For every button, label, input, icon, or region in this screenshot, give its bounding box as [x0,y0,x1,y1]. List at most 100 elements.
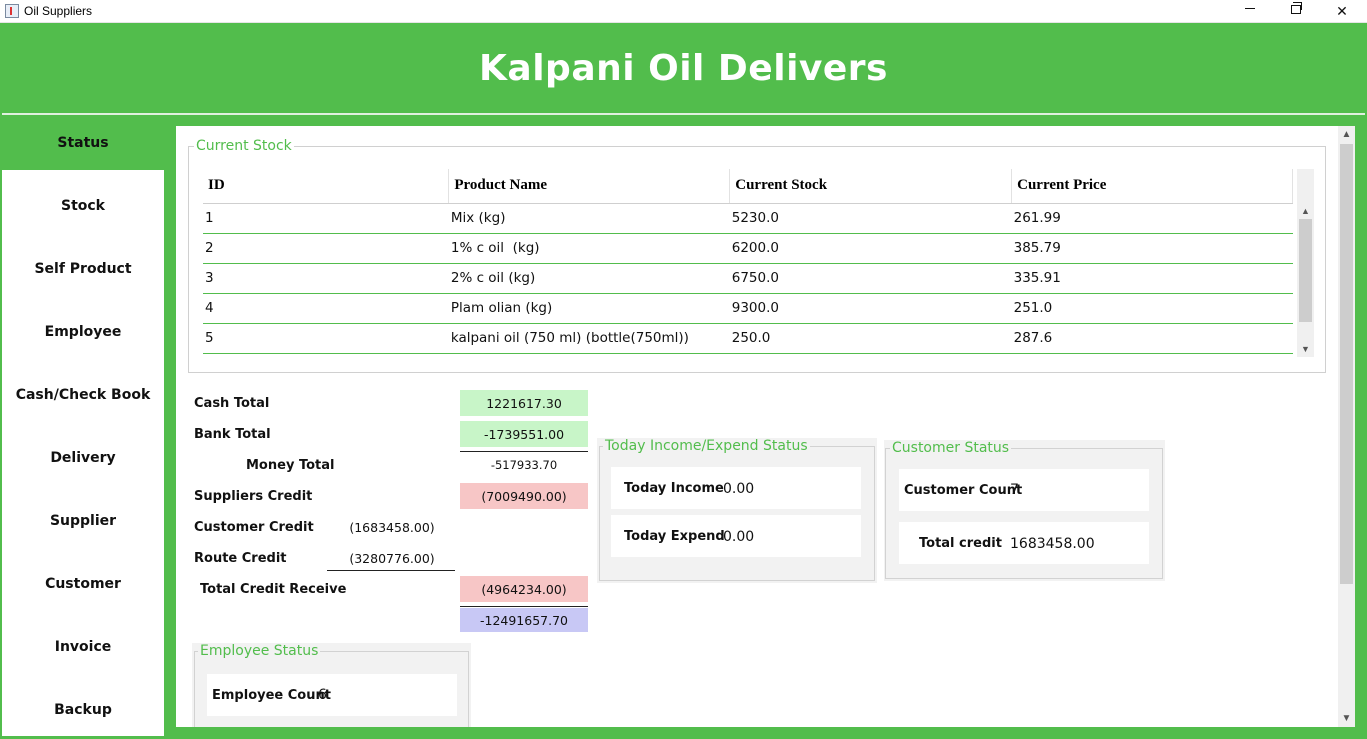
cell-current-stock: 9300.0 [729,293,1012,324]
sidebar-item-supplier[interactable]: Supplier [2,494,164,548]
customer-credit-value: (1683458.00) [349,519,435,535]
stock-table: ID Product Name Current Stock Current Pr… [203,169,1293,354]
close-button[interactable]: ✕ [1319,0,1365,23]
sidebar-item-cash-check-book[interactable]: Cash/Check Book [2,368,164,422]
close-icon: ✕ [1336,3,1348,19]
table-header-corner [1297,169,1314,203]
content-scroll-thumb[interactable] [1340,144,1353,584]
today-status-panel: Today Income/Expend Status Today Income … [597,438,877,583]
app-title: Kalpani Oil Delivers [479,47,888,89]
table-row[interactable]: 2 1% c oil (kg) 6200.0 385.79 [203,233,1293,264]
employee-count-card: Employee Count 6 [207,674,457,716]
table-row[interactable]: 1 Mix (kg) 5230.0 261.99 [203,203,1293,234]
cell-id: 2 [203,233,449,264]
table-row[interactable]: 4 Plam olian (kg) 9300.0 251.0 [203,293,1293,324]
sidebar-item-customer[interactable]: Customer [2,557,164,611]
total-credit-receive-label: Total Credit Receive [200,582,347,597]
sidebar-item-employee[interactable]: Employee [2,305,164,359]
bank-total-value: -1739551.00 [460,421,588,447]
customer-count-card: Customer Count 7 [899,469,1149,511]
cash-total-label: Cash Total [194,396,270,411]
sidebar-item-invoice[interactable]: Invoice [2,620,164,674]
table-row[interactable]: 3 2% c oil (kg) 6750.0 335.91 [203,263,1293,294]
content-scrollbar[interactable]: ▲ ▼ [1338,126,1355,727]
today-income-value: 0.00 [723,481,755,497]
cash-total-value: 1221617.30 [460,390,588,416]
status-content: Current Stock ID Product Name Current St… [176,126,1353,727]
scroll-down-icon[interactable]: ▼ [1338,710,1355,727]
column-header-product-name[interactable]: Product Name [448,169,731,204]
cell-current-price: 385.79 [1011,233,1293,264]
column-header-id[interactable]: ID [203,169,450,204]
cell-current-price: 287.6 [1011,323,1293,354]
sidebar-item-backup[interactable]: Backup [2,683,164,737]
cell-id: 1 [203,203,449,234]
sidebar-item-status[interactable]: Status [2,116,164,170]
scroll-down-icon[interactable]: ▼ [1297,340,1314,357]
cell-current-price: 335.91 [1011,263,1293,294]
java-app-icon [5,4,19,18]
restore-button[interactable] [1273,0,1319,23]
cell-id: 4 [203,293,449,324]
customer-count-value: 7 [1010,482,1019,498]
table-scrollbar[interactable]: ▲ ▼ [1297,202,1314,357]
table-header-row: ID Product Name Current Stock Current Pr… [203,169,1293,204]
table-row[interactable]: 5 kalpani oil (750 ml) (bottle(750ml)) 2… [203,323,1293,354]
customer-total-credit-label: Total credit [919,536,1002,551]
cell-id: 3 [203,263,449,294]
cell-id: 5 [203,323,449,354]
current-stock-panel: Current Stock ID Product Name Current St… [188,138,1326,373]
current-stock-title: Current Stock [194,138,294,154]
scroll-up-icon[interactable]: ▲ [1297,202,1314,219]
today-income-card: Today Income 0.00 [611,467,861,509]
main-frame: Kalpani Oil Delivers Status Stock Self P… [0,23,1367,739]
credit-sum-rule [327,570,455,571]
route-credit-value: (3280776.00) [349,550,435,566]
minimize-icon [1245,8,1255,9]
header-divider [2,113,1365,115]
employee-status-title: Employee Status [198,643,321,659]
grand-total-rule [460,606,588,607]
table-scroll-thumb[interactable] [1299,219,1312,322]
suppliers-credit-value: (7009490.00) [460,483,588,509]
total-credit-receive-value: (4964234.00) [460,576,588,602]
cell-current-price: 251.0 [1011,293,1293,324]
cell-product-name: 2% c oil (kg) [448,263,730,294]
sidebar-item-stock[interactable]: Stock [2,179,164,233]
employee-count-value: 6 [318,687,327,703]
today-expend-label: Today Expend [624,529,725,544]
money-total-label: Money Total [246,458,335,473]
route-credit-label: Route Credit [194,551,287,566]
cell-current-price: 261.99 [1011,203,1293,234]
employee-count-label: Employee Count [212,688,331,703]
cell-current-stock: 250.0 [729,323,1012,354]
scroll-up-icon[interactable]: ▲ [1338,126,1355,143]
today-status-title: Today Income/Expend Status [603,438,810,454]
sidebar-item-delivery[interactable]: Delivery [2,431,164,485]
column-header-current-stock[interactable]: Current Stock [729,169,1013,204]
cell-product-name: kalpani oil (750 ml) (bottle(750ml)) [448,323,730,354]
minimize-button[interactable] [1227,0,1273,23]
restore-icon [1291,2,1302,14]
suppliers-credit-label: Suppliers Credit [194,489,313,504]
customer-total-credit-value: 1683458.00 [1010,536,1095,552]
today-expend-card: Today Expend 0.00 [611,515,861,557]
cell-current-stock: 6200.0 [729,233,1012,264]
cell-current-stock: 5230.0 [729,203,1012,234]
sidebar-item-self-product[interactable]: Self Product [2,242,164,296]
bank-total-label: Bank Total [194,427,271,442]
cell-current-stock: 6750.0 [729,263,1012,294]
customer-status-title: Customer Status [890,440,1012,456]
customer-credit-card: Total credit 1683458.00 [899,522,1149,564]
grand-total-value: -12491657.70 [460,608,588,632]
money-total-value: -517933.70 [490,458,558,472]
customer-credit-label: Customer Credit [194,520,314,535]
sidebar: Status Stock Self Product Employee Cash/… [2,116,164,736]
money-total-rule [460,451,588,452]
customer-count-label: Customer Count [904,483,1023,498]
cell-product-name: 1% c oil (kg) [448,233,730,264]
today-income-label: Today Income [624,481,724,496]
cell-product-name: Plam olian (kg) [448,293,730,324]
customer-status-panel: Customer Status Customer Count 7 Total c… [884,440,1165,581]
column-header-current-price[interactable]: Current Price [1011,169,1293,204]
